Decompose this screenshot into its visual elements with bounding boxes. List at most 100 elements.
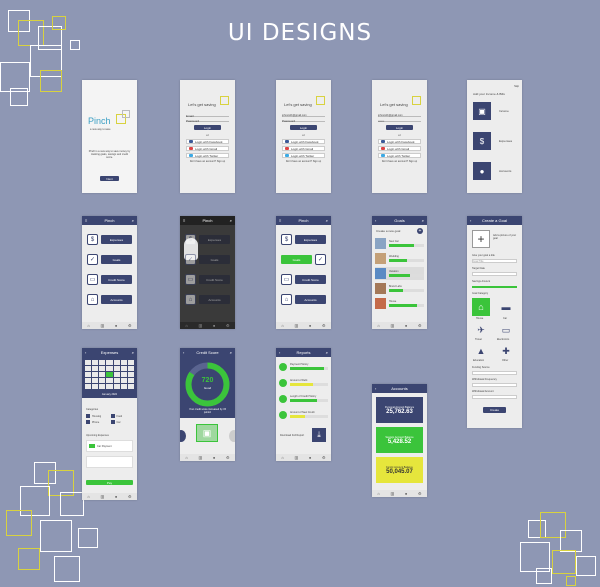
settings-icon[interactable]: ⚙	[226, 323, 230, 328]
search-icon[interactable]: ⌕	[132, 218, 134, 223]
calendar-day[interactable]	[127, 360, 134, 365]
calendar-day[interactable]	[99, 366, 106, 371]
email-field[interactable]: johnsmith@gmail.com	[378, 114, 421, 117]
report-item[interactable]: Payment History	[279, 360, 328, 374]
wallet-icon[interactable]: ▣	[473, 102, 491, 120]
calendar-day[interactable]	[99, 360, 106, 365]
calendar-day[interactable]	[99, 372, 106, 377]
back-icon[interactable]: ‹	[279, 350, 280, 355]
home-icon[interactable]: ⌂	[377, 491, 379, 496]
category-food[interactable]: Food	[110, 414, 134, 418]
settings-icon[interactable]: ⚙	[226, 455, 230, 460]
chart-icon[interactable]: ▥	[198, 323, 202, 328]
settings-icon[interactable]: ⚙	[128, 323, 132, 328]
skip-link[interactable]: Skip	[514, 85, 519, 88]
calendar-day[interactable]	[92, 360, 99, 365]
twitter-login-button[interactable]: Login with Twitter	[186, 153, 229, 158]
back-icon[interactable]: ‹	[375, 218, 376, 223]
download-icon[interactable]: ⤓	[312, 428, 326, 442]
chart-icon[interactable]: ▥	[294, 455, 298, 460]
goal-item[interactable]: Wedding	[375, 252, 424, 265]
calendar-day[interactable]	[113, 378, 120, 383]
calendar-day[interactable]	[120, 366, 127, 371]
next-button[interactable]: Next	[100, 176, 119, 181]
calendar-day[interactable]	[120, 378, 127, 383]
signup-link[interactable]: Don't have an account? Sign up	[180, 160, 235, 163]
dollar-icon[interactable]: $	[473, 132, 491, 150]
piggy-bank-icon[interactable]: ●	[473, 162, 491, 180]
calendar-day[interactable]	[92, 378, 99, 383]
goal-title-input[interactable]: Goal Title	[472, 259, 517, 263]
menu-item-accounts[interactable]: ⌂ Accounts	[185, 294, 230, 305]
calendar-day[interactable]	[106, 384, 113, 389]
menu-item-credit-score[interactable]: ▭ Credit Score	[185, 274, 230, 285]
calendar-day[interactable]	[120, 372, 127, 377]
password-field[interactable]: Password	[282, 119, 325, 123]
login-button[interactable]: Login	[290, 125, 317, 130]
home-icon[interactable]: ⌂	[185, 323, 187, 328]
chart-icon[interactable]: ▥	[294, 323, 298, 328]
menu-item-goals[interactable]: Goals ✓	[281, 254, 326, 265]
calendar-day[interactable]	[92, 372, 99, 377]
profile-icon[interactable]: ●	[213, 323, 215, 328]
search-icon[interactable]: ⌕	[132, 350, 134, 355]
calendar-day[interactable]	[85, 384, 92, 389]
calendar-day[interactable]	[106, 366, 113, 371]
goal-item[interactable]: Brand Labs	[375, 282, 424, 295]
twitter-login-button[interactable]: Login with Twitter	[378, 153, 421, 158]
calendar-day[interactable]	[99, 384, 106, 389]
car-icon[interactable]: ▬	[497, 298, 515, 316]
hamburger-icon[interactable]: ≡	[85, 218, 87, 223]
settings-icon[interactable]: ⚙	[128, 494, 132, 499]
report-item[interactable]: Amount of Debt	[279, 376, 328, 390]
search-icon[interactable]: ⌕	[326, 218, 328, 223]
settings-icon[interactable]: ⚙	[322, 323, 326, 328]
password-field[interactable]: ••••••	[378, 119, 421, 123]
account-card[interactable]: Savings Account Balance 5,428.52	[376, 427, 423, 453]
withdrawal-input[interactable]	[472, 395, 517, 399]
calendar-day[interactable]	[85, 360, 92, 365]
computer-icon[interactable]: ▭	[497, 323, 515, 337]
home-icon[interactable]: ⌂	[281, 455, 283, 460]
pay-button[interactable]: Pay	[86, 480, 133, 485]
calendar-day[interactable]	[120, 384, 127, 389]
menu-item-expenses[interactable]: $Expenses	[281, 234, 326, 245]
search-icon[interactable]: ⌕	[230, 218, 232, 223]
calendar-day[interactable]	[113, 384, 120, 389]
facebook-login-button[interactable]: Login with Facebook	[282, 139, 325, 144]
category-housing[interactable]: Housing	[86, 414, 109, 418]
funding-source-select[interactable]	[472, 371, 517, 375]
hamburger-icon[interactable]: ≡	[279, 218, 281, 223]
calendar-day[interactable]	[127, 384, 134, 389]
login-button[interactable]: Login	[194, 125, 221, 130]
calendar-day[interactable]	[85, 372, 92, 377]
gmail-login-button[interactable]: Login with Gmail	[378, 146, 421, 151]
facebook-login-button[interactable]: Login with Facebook	[378, 139, 421, 144]
menu-item-goals[interactable]: ✓ Goals	[87, 254, 132, 265]
account-card[interactable]: Family Account Balance 50,045.07	[376, 457, 423, 483]
report-item[interactable]: Length of Credit History	[279, 392, 328, 406]
home-icon[interactable]: ⌂	[185, 455, 187, 460]
chart-icon[interactable]: ▥	[100, 494, 104, 499]
search-icon[interactable]: ⌕	[422, 218, 424, 223]
profile-icon[interactable]: ●	[309, 323, 311, 328]
menu-item-credit-score[interactable]: ▭ Credit Score	[281, 274, 326, 285]
back-icon[interactable]: ‹	[375, 386, 376, 391]
calendar-day[interactable]	[92, 366, 99, 371]
create-button[interactable]: Create	[483, 407, 506, 413]
calendar-day[interactable]	[127, 366, 134, 371]
calendar-day[interactable]	[85, 378, 92, 383]
savings-slider[interactable]	[472, 286, 517, 288]
calendar-day[interactable]	[120, 360, 127, 365]
profile-icon[interactable]: ●	[115, 323, 117, 328]
menu-item-accounts[interactable]: ⌂ Accounts	[87, 294, 132, 305]
email-field[interactable]: Email	[186, 114, 229, 118]
home-icon[interactable]: ⌂	[87, 494, 89, 499]
gmail-login-button[interactable]: Login with Gmail	[282, 146, 325, 151]
facebook-login-button[interactable]: Login with Facebook	[186, 139, 229, 144]
plane-icon[interactable]: ✈	[472, 323, 490, 337]
add-picture-button[interactable]: +	[472, 230, 490, 248]
goal-item[interactable]: New Car	[375, 237, 424, 250]
back-icon[interactable]: ‹	[85, 350, 86, 355]
settings-icon[interactable]: ⚙	[418, 323, 422, 328]
